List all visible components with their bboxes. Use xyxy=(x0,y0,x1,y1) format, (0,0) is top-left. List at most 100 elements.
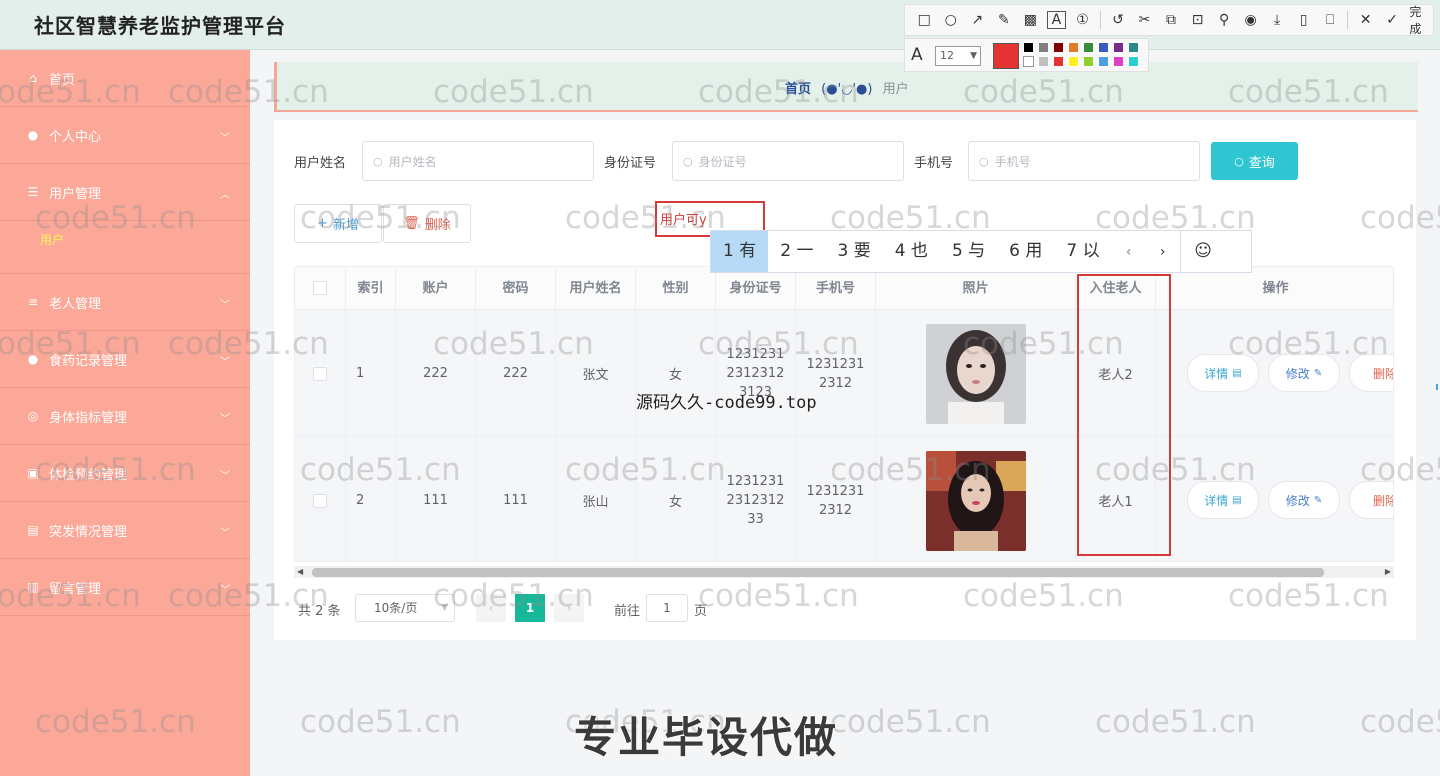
download-icon[interactable]: ⤓ xyxy=(1264,12,1291,28)
prev-page-button[interactable]: ‹ xyxy=(476,594,506,622)
palette-swatch[interactable] xyxy=(1068,56,1079,67)
palette-swatch[interactable] xyxy=(1038,56,1049,67)
check-icon[interactable]: ✓ xyxy=(1379,12,1406,28)
column-header[interactable]: 索引 xyxy=(346,267,396,310)
column-header[interactable]: 性别 xyxy=(636,267,716,310)
palette-swatch[interactable] xyxy=(1113,56,1124,67)
palette-swatch[interactable] xyxy=(1053,56,1064,67)
detail-button[interactable]: 详情▤ xyxy=(1187,481,1259,519)
sidebar-item-label: 首页 xyxy=(49,69,75,88)
row-checkbox[interactable] xyxy=(313,494,327,508)
annotation-highlight-rect[interactable] xyxy=(1077,274,1171,556)
palette-swatch[interactable] xyxy=(1098,56,1109,67)
ime-candidate[interactable]: 5 与 xyxy=(940,231,997,272)
scroll-right-icon[interactable]: ▶ xyxy=(1385,566,1391,578)
search-icon: ○ xyxy=(373,155,383,168)
palette-swatch[interactable] xyxy=(1083,42,1094,53)
trash-icon: 🗑 xyxy=(403,216,420,231)
font-size-select[interactable]: 12 ▼ xyxy=(935,46,981,66)
sidebar-item-messages[interactable]: ▥ 留言管理 ﹀ xyxy=(0,559,250,616)
row-checkbox[interactable] xyxy=(313,367,327,381)
cell-phone: 12312312312 xyxy=(796,437,876,562)
sidebar-item-home[interactable]: ⌂ 首页 xyxy=(0,50,250,107)
row-delete-button[interactable]: 删除 xyxy=(1349,481,1394,519)
sidebar-item-checkup[interactable]: ▣ 体检预约管理 ﹀ xyxy=(0,445,250,502)
palette-swatch[interactable] xyxy=(1053,42,1064,53)
palette-swatch[interactable] xyxy=(1023,42,1034,53)
ocr-icon[interactable]: ⊡ xyxy=(1184,12,1211,28)
ime-prev-icon[interactable]: ‹ xyxy=(1112,244,1146,260)
detail-button[interactable]: 详情▤ xyxy=(1187,354,1259,392)
palette-swatch[interactable] xyxy=(1128,56,1139,67)
toolbar-divider xyxy=(1100,11,1101,29)
scroll-left-icon[interactable]: ◀ xyxy=(297,566,303,578)
ime-candidate[interactable]: 3 要 xyxy=(825,231,882,272)
next-page-button[interactable]: › xyxy=(554,594,584,622)
chevron-down-icon: ﹀ xyxy=(220,296,230,311)
ellipse-icon[interactable]: ○ xyxy=(938,12,965,28)
emoji-icon[interactable]: ☺ xyxy=(1180,231,1226,272)
sidebar-item-elder-management[interactable]: ≡ 老人管理 ﹀ xyxy=(0,274,250,331)
scissors-icon[interactable]: ✂ xyxy=(1131,12,1158,28)
mosaic-icon[interactable]: ▩ xyxy=(1017,12,1044,28)
page-number-current[interactable]: 1 xyxy=(515,594,545,622)
column-header[interactable]: 密码 xyxy=(476,267,556,310)
select-all-checkbox[interactable] xyxy=(313,281,327,295)
ime-candidate[interactable]: 6 用 xyxy=(997,231,1054,272)
undo-icon[interactable]: ↺ xyxy=(1105,12,1132,28)
sidebar-item-profile[interactable]: ● 个人中心 ﹀ xyxy=(0,107,250,164)
name-input[interactable]: ○ 用户姓名 xyxy=(362,141,594,181)
sidebar-item-label: 留言管理 xyxy=(49,578,101,597)
edit-button[interactable]: 修改✎ xyxy=(1268,354,1340,392)
palette-swatch[interactable] xyxy=(1113,42,1124,53)
close-icon[interactable]: ✕ xyxy=(1352,12,1379,28)
palette-swatch[interactable] xyxy=(1038,42,1049,53)
column-header[interactable]: 手机号 xyxy=(796,267,876,310)
arrow-icon[interactable]: ↗ xyxy=(964,12,991,28)
sidebar-item-label: 个人中心 xyxy=(49,126,101,145)
column-header[interactable]: 用户姓名 xyxy=(556,267,636,310)
page-size-select[interactable]: 10条/页 ▼ xyxy=(355,594,455,622)
query-button[interactable]: ○ 查询 xyxy=(1211,142,1298,180)
done-button-label[interactable]: 完成 xyxy=(1409,3,1433,37)
palette-swatch[interactable] xyxy=(1128,42,1139,53)
rectangle-icon[interactable]: □ xyxy=(911,12,938,28)
phone-input[interactable]: ○ 手机号 xyxy=(968,141,1200,181)
sidebar-subitem-users[interactable]: 用户 xyxy=(0,221,250,274)
bookmark-icon[interactable]: ⎕ xyxy=(1317,12,1344,28)
sidebar-item-emergency[interactable]: ▤ 突发情况管理 ﹀ xyxy=(0,502,250,559)
breadcrumb-home[interactable]: 首页 xyxy=(785,82,811,97)
edit-button[interactable]: 修改✎ xyxy=(1268,481,1340,519)
id-input[interactable]: ○ 身份证号 xyxy=(672,141,904,181)
add-button[interactable]: + 新增 xyxy=(294,204,382,243)
goto-page-input[interactable]: 1 xyxy=(646,594,688,622)
delete-button[interactable]: 🗑 删除 xyxy=(383,204,471,243)
record-icon[interactable]: ◉ xyxy=(1237,12,1264,28)
palette-swatch[interactable] xyxy=(1083,56,1094,67)
screenshot-toolbar: □ ○ ↗ ✎ ▩ A ① ↺ ✂ ⧉ ⊡ ⚲ ◉ ⤓ ▯ ⎕ ✕ ✓ 完成 xyxy=(904,4,1434,36)
pin-icon[interactable]: ⚲ xyxy=(1211,12,1238,28)
ime-next-icon[interactable]: › xyxy=(1146,244,1180,260)
ime-candidate[interactable]: 7 以 xyxy=(1054,231,1111,272)
ime-candidate[interactable]: 2 一 xyxy=(768,231,825,272)
horizontal-scrollbar[interactable]: ◀ ▶ xyxy=(294,566,1394,578)
scrollbar-thumb[interactable] xyxy=(312,568,1324,577)
sidebar-item-food-medicine[interactable]: ● 食药记录管理 ﹀ xyxy=(0,331,250,388)
sidebar-item-body-metrics[interactable]: ◎ 身体指标管理 ﹀ xyxy=(0,388,250,445)
column-header[interactable]: 身份证号 xyxy=(716,267,796,310)
ime-candidate[interactable]: 4 也 xyxy=(883,231,940,272)
id-placeholder: 身份证号 xyxy=(699,153,747,170)
sidebar-item-user-management[interactable]: ☰ 用户管理 ︿ xyxy=(0,164,250,221)
text-tool-icon[interactable]: A xyxy=(1047,11,1067,29)
current-color-swatch[interactable] xyxy=(993,43,1019,69)
pen-icon[interactable]: ✎ xyxy=(991,12,1018,28)
number-marker-icon[interactable]: ① xyxy=(1069,12,1096,28)
palette-swatch[interactable] xyxy=(1098,42,1109,53)
palette-swatch[interactable] xyxy=(1068,42,1079,53)
translate-icon[interactable]: ⧉ xyxy=(1158,12,1185,28)
ime-candidate[interactable]: 1 有 xyxy=(711,231,768,272)
palette-swatch[interactable] xyxy=(1023,56,1034,67)
row-delete-button[interactable]: 删除 xyxy=(1349,354,1394,392)
phone-icon[interactable]: ▯ xyxy=(1290,12,1317,28)
column-header[interactable]: 账户 xyxy=(396,267,476,310)
